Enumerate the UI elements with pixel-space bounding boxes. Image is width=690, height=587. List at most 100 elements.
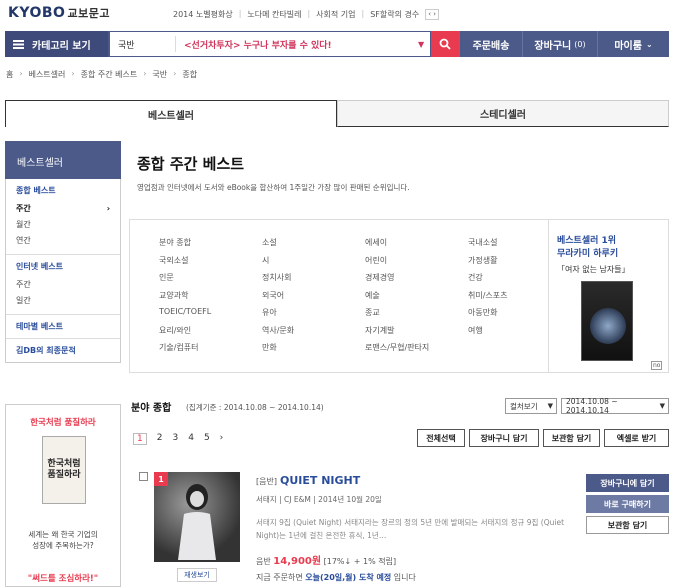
- breadcrumb: 홈 › 베스트셀러 › 종합 주간 베스트 › 국반 › 종합: [6, 69, 198, 80]
- genre-link[interactable]: 역사/문화: [262, 325, 365, 338]
- search-category-value: 국반: [118, 40, 135, 51]
- genre-link[interactable]: TOEIC/TOEFL: [159, 307, 262, 320]
- sidebar-group-internet: 인터넷 베스트 주간 일간: [6, 255, 120, 315]
- genre-link[interactable]: 국외소설: [159, 255, 262, 268]
- kyobo-logo[interactable]: KYOBO 교보문고: [8, 5, 110, 21]
- genre-link[interactable]: 교양과학: [159, 290, 262, 303]
- genre-link[interactable]: 에세이: [365, 237, 468, 250]
- chevron-right-icon: ›: [106, 203, 110, 213]
- sidebar-group-title[interactable]: 테마별 베스트: [16, 321, 120, 332]
- page-link[interactable]: 2: [157, 433, 163, 445]
- genre-link[interactable]: 국내소설: [468, 237, 558, 250]
- tab-steadyseller[interactable]: 스테디셀러: [337, 100, 669, 127]
- genre-link[interactable]: 종교: [365, 307, 468, 320]
- select-all-button[interactable]: 전체선택: [417, 429, 465, 447]
- price-label: 음반: [256, 557, 271, 566]
- genre-link[interactable]: 예술: [365, 290, 468, 303]
- genre-link[interactable]: 만화: [262, 342, 365, 355]
- product-meta: 서태지 | CJ E&M | 2014년 10월 20일: [256, 495, 382, 504]
- product-checkbox[interactable]: [139, 472, 148, 481]
- sidebar-item-label: 월간: [16, 219, 31, 229]
- cart-count: (0): [574, 39, 586, 49]
- page-link[interactable]: 3: [172, 433, 178, 445]
- mypage-label: 마이룸: [614, 40, 642, 52]
- promo-link[interactable]: SF할락의 경수: [370, 9, 419, 20]
- page-link[interactable]: 5: [204, 433, 210, 445]
- tab-bestseller[interactable]: 베스트셀러: [5, 100, 337, 127]
- genre-link[interactable]: 로맨스/무협/판타지: [365, 342, 468, 355]
- date-range-select[interactable]: 2014.10.08 ~ 2014.10.14 ▼: [561, 397, 669, 415]
- delivery-suffix: 입니다: [393, 573, 416, 582]
- add-to-wishlist-button[interactable]: 보관함 담기: [543, 429, 600, 447]
- genre-link[interactable]: 유아: [262, 307, 365, 320]
- page-description: 영업점과 인터넷에서 도서와 eBook을 합산하여 1주일간 가장 많이 판매…: [137, 183, 410, 192]
- promo-link[interactable]: 사회적 기업: [316, 9, 355, 20]
- ad-headline: 한국처럼 품질하라: [30, 418, 96, 428]
- sidebar-title: 베스트셀러: [17, 158, 63, 169]
- genre-link[interactable]: 어린이: [365, 255, 468, 268]
- product-wishlist-button[interactable]: 보관함 담기: [586, 516, 669, 534]
- product-cart-button[interactable]: 장바구니에 담기: [586, 474, 669, 492]
- search-category-select[interactable]: 국반: [110, 36, 176, 52]
- genre-link[interactable]: 취미/스포츠: [468, 290, 558, 303]
- price-amount: 14,900원: [273, 556, 322, 567]
- genre-link[interactable]: 가정생활: [468, 255, 558, 268]
- genre-link[interactable]: 아동만화: [468, 307, 558, 320]
- genre-link[interactable]: 정치사회: [262, 272, 365, 285]
- breadcrumb-item[interactable]: 베스트셀러: [29, 69, 66, 80]
- genre-link[interactable]: 여행: [468, 325, 558, 338]
- promo-arrows[interactable]: ‹ ›: [425, 9, 440, 20]
- search-button[interactable]: [431, 31, 459, 57]
- genre-link[interactable]: 시: [262, 255, 365, 268]
- view-mode-select[interactable]: 컬처보기 ▼: [505, 398, 557, 414]
- page-link[interactable]: 1: [133, 433, 147, 445]
- preview-button[interactable]: 재생보기: [177, 568, 217, 582]
- field-title: 분야 종합: [131, 403, 172, 414]
- product-title[interactable]: QUIET NIGHT: [280, 474, 360, 487]
- cart-button[interactable]: 장바구니 (0): [522, 31, 597, 57]
- genre-link[interactable]: 인문: [159, 272, 262, 285]
- genre-link[interactable]: 외국어: [262, 290, 365, 303]
- genre-link[interactable]: 기술/컴퓨터: [159, 342, 262, 355]
- search-dropdown-icon[interactable]: ▼: [418, 40, 430, 49]
- rank-badge: 1: [154, 472, 168, 486]
- sidebar-item-yearly[interactable]: 연간: [16, 232, 120, 248]
- sidebar-item-weekly[interactable]: 주간: [16, 276, 120, 292]
- breadcrumb-item[interactable]: 종합: [182, 69, 197, 80]
- add-to-cart-button[interactable]: 장바구니 담기: [469, 429, 539, 447]
- page-link[interactable]: 4: [188, 433, 194, 445]
- breadcrumb-item[interactable]: 국반: [152, 69, 167, 80]
- genre-link[interactable]: 경제경영: [365, 272, 468, 285]
- sidebar-group-kimdb: 김DB의 최종문적: [6, 339, 120, 362]
- sidebar-item-daily[interactable]: 일간: [16, 292, 120, 308]
- sidebar-group-title[interactable]: 종합 베스트: [16, 185, 120, 196]
- export-excel-button[interactable]: 엑셀로 받기: [604, 429, 669, 447]
- sidebar-group-theme: 테마별 베스트: [6, 315, 120, 339]
- order-delivery-button[interactable]: 주문배송: [459, 31, 522, 57]
- breadcrumb-item[interactable]: 홈: [6, 69, 13, 80]
- genre-link[interactable]: [468, 342, 558, 355]
- sidebar-group-title[interactable]: 김DB의 최종문적: [16, 345, 120, 356]
- promo-links: 2014 노벨평화상 | 노다메 칸타빌레 | 사회적 기업 | SF할락의 경수 ‹…: [173, 9, 440, 20]
- genre-link[interactable]: 자기계발: [365, 325, 468, 338]
- sidebar-item-weekly[interactable]: 주간 ›: [16, 200, 120, 216]
- genre-link[interactable]: 소설: [262, 237, 365, 250]
- sidebar-item-label: 주간: [16, 203, 31, 213]
- genre-link[interactable]: 분야 종합: [159, 237, 262, 250]
- promo-link[interactable]: 노다메 칸타빌레: [247, 9, 301, 20]
- next-page-icon[interactable]: ›: [220, 433, 224, 445]
- sidebar-group-title[interactable]: 인터넷 베스트: [16, 261, 120, 272]
- promo-link[interactable]: 2014 노벨평화상: [173, 9, 233, 20]
- genre-link[interactable]: 건강: [468, 272, 558, 285]
- category-button[interactable]: 카테고리 보기: [5, 31, 108, 57]
- pagination: 1 2 3 4 5 ›: [133, 433, 223, 445]
- breadcrumb-item[interactable]: 종합 주간 베스트: [81, 69, 138, 80]
- genre-link[interactable]: 요리/와인: [159, 325, 262, 338]
- sidebar-item-monthly[interactable]: 월간: [16, 216, 120, 232]
- search-input[interactable]: <선거차투자> 누구나 부자를 수 있다!: [176, 38, 418, 51]
- product-type-tag: [음반]: [256, 477, 277, 486]
- product-buy-button[interactable]: 바로 구매하기: [586, 495, 669, 513]
- mypage-button[interactable]: 마이룸 ⌄: [597, 31, 669, 57]
- banner-book-cover[interactable]: [581, 281, 633, 361]
- sidebar-group-overall: 종합 베스트 주간 › 월간 연간: [6, 179, 120, 255]
